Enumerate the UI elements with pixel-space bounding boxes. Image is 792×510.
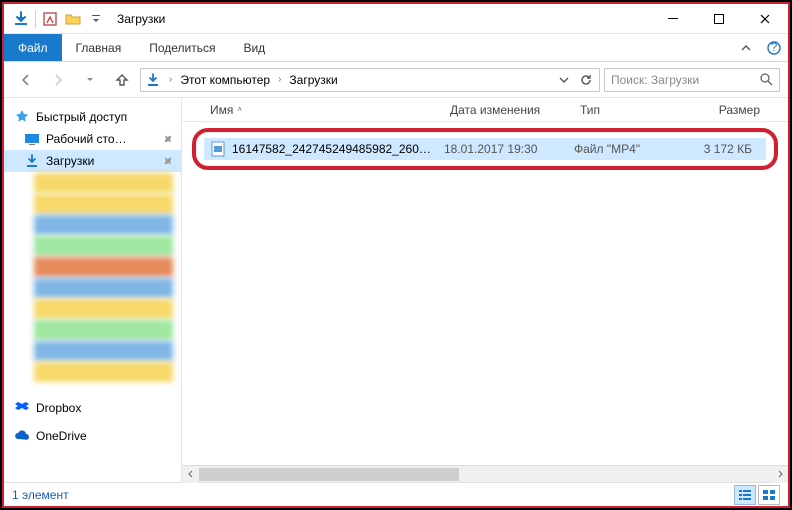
address-dropdown-icon[interactable] (553, 69, 575, 91)
file-type: Файл "MP4" (574, 142, 694, 156)
tab-file[interactable]: Файл (4, 34, 62, 61)
sidebar-item-blurred (34, 173, 173, 193)
sidebar-item-blurred (34, 299, 173, 319)
sidebar-item-blurred (34, 215, 173, 235)
file-name: 16147582_242745249485982_26067053394… (232, 142, 436, 156)
downloads-icon (143, 72, 163, 88)
search-icon (760, 73, 773, 86)
scroll-left-icon[interactable] (182, 466, 199, 483)
content-pane: Имя ˄ Дата изменения Тип Размер 16147582… (182, 98, 788, 482)
dropbox-icon (14, 400, 30, 416)
sidebar-item-blurred (34, 362, 173, 382)
view-mode-toggles (734, 485, 780, 505)
quick-access-toolbar (4, 8, 107, 30)
column-type[interactable]: Тип (580, 103, 700, 117)
column-label: Имя (210, 103, 233, 117)
search-input[interactable]: Поиск: Загрузки (604, 68, 780, 92)
sidebar-item-blurred (34, 320, 173, 340)
sidebar-item-dropbox[interactable]: Dropbox (4, 397, 181, 419)
tab-home[interactable]: Главная (62, 34, 136, 61)
view-details-button[interactable] (734, 485, 756, 505)
sidebar-item-blurred (34, 278, 173, 298)
file-date: 18.01.2017 19:30 (444, 142, 574, 156)
column-date[interactable]: Дата изменения (450, 103, 580, 117)
breadcrumb-current[interactable]: Загрузки (287, 73, 339, 87)
sidebar-item-blurred (34, 257, 173, 277)
qat-dropdown-icon[interactable] (85, 8, 107, 30)
scroll-thumb[interactable] (199, 468, 459, 481)
svg-text:?: ? (771, 41, 778, 54)
downloads-folder-icon (10, 8, 32, 30)
properties-icon[interactable] (39, 8, 61, 30)
column-headers: Имя ˄ Дата изменения Тип Размер (182, 98, 788, 122)
video-file-icon (210, 141, 226, 157)
window-title: Загрузки (117, 12, 165, 26)
breadcrumb-root[interactable]: Этот компьютер (178, 73, 272, 87)
qat-divider (35, 10, 36, 28)
column-name[interactable]: Имя ˄ (210, 103, 450, 117)
scroll-track[interactable] (199, 466, 771, 483)
ribbon: Файл Главная Поделиться Вид ? (4, 34, 788, 62)
sidebar-item-label: Dropbox (36, 401, 81, 415)
sidebar-item-label: Быстрый доступ (36, 110, 127, 124)
star-icon (14, 109, 30, 125)
sidebar-item-blurred (34, 236, 173, 256)
annotation-highlight: 16147582_242745249485982_26067053394… 18… (192, 128, 778, 170)
maximize-button[interactable] (696, 4, 742, 34)
view-icons-button[interactable] (758, 485, 780, 505)
tab-share[interactable]: Поделиться (135, 34, 229, 61)
file-size: 3 172 КБ (694, 142, 766, 156)
pin-icon (163, 156, 173, 166)
address-row: › Этот компьютер › Загрузки Поиск: Загру… (4, 62, 788, 98)
sidebar-item-label: Загрузки (46, 154, 94, 168)
horizontal-scrollbar[interactable] (182, 465, 788, 482)
close-button[interactable] (742, 4, 788, 34)
sidebar-item-blurred (34, 194, 173, 214)
window-controls (650, 4, 788, 34)
onedrive-icon (14, 428, 30, 444)
chevron-right-icon[interactable]: › (165, 74, 176, 85)
minimize-button[interactable] (650, 4, 696, 34)
back-button[interactable] (12, 66, 40, 94)
column-size[interactable]: Размер (700, 103, 788, 117)
chevron-right-icon[interactable]: › (274, 74, 285, 85)
up-button[interactable] (108, 66, 136, 94)
sidebar-item-blurred (34, 341, 173, 361)
sidebar-item-onedrive[interactable]: OneDrive (4, 425, 181, 447)
refresh-icon[interactable] (575, 69, 597, 91)
explorer-window: Загрузки Файл Главная Поделиться Вид ? (2, 2, 790, 508)
status-item-count: 1 элемент (12, 488, 69, 502)
forward-button[interactable] (44, 66, 72, 94)
downloads-icon (24, 153, 40, 169)
sort-asc-icon: ˄ (237, 105, 242, 114)
titlebar: Загрузки (4, 4, 788, 34)
address-bar[interactable]: › Этот компьютер › Загрузки (140, 68, 600, 92)
pin-icon (163, 134, 173, 144)
ribbon-expand-icon[interactable] (732, 34, 760, 61)
status-bar: 1 элемент (4, 482, 788, 506)
help-icon[interactable]: ? (760, 34, 788, 61)
desktop-icon (24, 131, 40, 147)
sidebar-item-label: Рабочий сто… (46, 132, 127, 146)
sidebar-item-desktop[interactable]: Рабочий сто… (4, 128, 181, 150)
search-placeholder: Поиск: Загрузки (611, 73, 699, 87)
sidebar-item-label: OneDrive (36, 429, 87, 443)
scroll-right-icon[interactable] (771, 466, 788, 483)
recent-dropdown-icon[interactable] (76, 66, 104, 94)
file-row[interactable]: 16147582_242745249485982_26067053394… 18… (204, 138, 766, 160)
nav-sidebar: Быстрый доступ Рабочий сто… Загрузки (4, 98, 182, 482)
sidebar-quick-access[interactable]: Быстрый доступ (4, 106, 181, 128)
new-folder-icon[interactable] (62, 8, 84, 30)
sidebar-item-downloads[interactable]: Загрузки (4, 150, 181, 172)
tab-view[interactable]: Вид (229, 34, 279, 61)
main-area: Быстрый доступ Рабочий сто… Загрузки (4, 98, 788, 482)
